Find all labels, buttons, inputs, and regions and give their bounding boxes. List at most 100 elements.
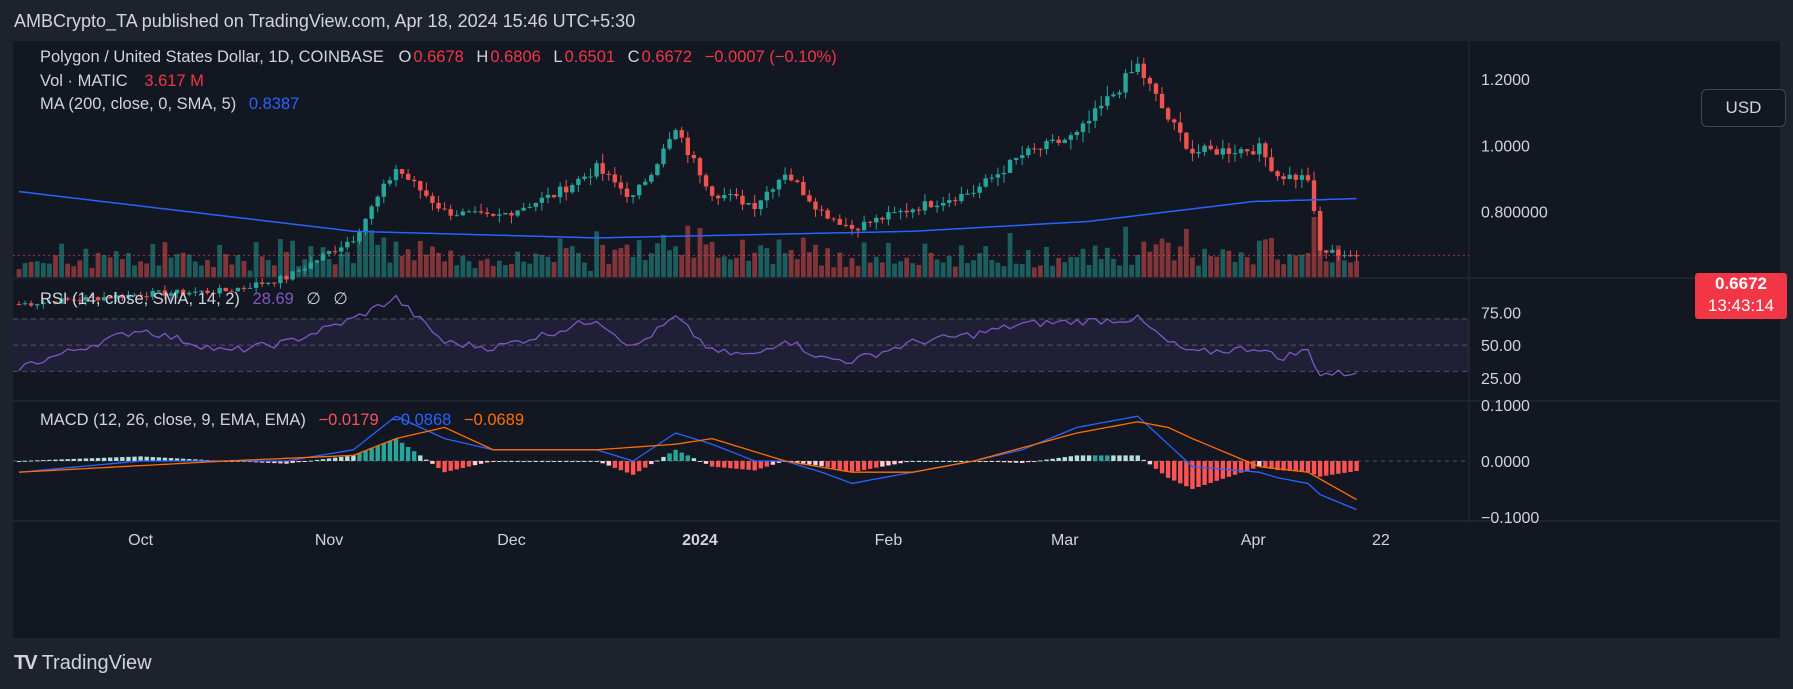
volume-bar [1013,263,1019,277]
candle-body [1129,72,1134,74]
candle-body [849,224,855,229]
macd-histogram-bar [953,461,958,462]
candle-body [971,192,976,194]
volume-bar [40,263,46,277]
volume-bar [545,256,551,277]
candle-body [1001,172,1007,175]
macd-histogram-bar [1324,461,1329,476]
volume-bar [369,230,375,277]
candle-body [861,221,867,231]
candle-body [855,228,861,231]
volume-bar [861,242,867,277]
volume-bar [557,238,563,277]
volume-bar [442,261,447,277]
macd-histogram-group [16,438,1359,489]
chart-area[interactable]: 1.2000 1.0000 0.800000 75.00 50.00 25.00 0.100… [13,41,1787,638]
macd-histogram-bar [1105,455,1110,461]
macd-label: MACD (12, 26, close, 9, EMA, EMA) [40,411,306,429]
volume-bar [150,244,156,277]
macd-histogram-bar [472,461,478,466]
macd-axis-tick: 0.0000 [1481,454,1530,471]
macd-histogram-bar [977,461,982,462]
macd-histogram-bar [1305,461,1311,473]
volume-bar [375,244,381,277]
macd-histogram-bar [527,461,532,462]
currency-button[interactable]: USD [1701,89,1786,127]
volume-bar [326,259,332,277]
volume-bar [971,260,976,277]
volume-bar [1171,260,1177,277]
macd-histogram-bar [320,459,326,461]
candle-body [1196,151,1201,154]
macd-histogram-bar [1068,456,1074,461]
price-axis-tick: 1.2000 [1481,72,1530,89]
macd-histogram-bar [600,461,605,464]
macd-histogram-bar [673,449,678,461]
volume-bar [630,257,636,277]
macd-histogram-bar [837,461,842,470]
candle-body [412,179,417,182]
volume-bar [83,248,89,277]
macd-histogram-bar [1336,461,1341,474]
volume-bar [1074,257,1080,277]
candle-body [1220,148,1226,155]
volume-bar [1287,254,1293,277]
macd-histogram-bar [1092,455,1098,461]
candle-body [1032,148,1037,150]
volume-bar [253,242,259,277]
volume-bar [308,246,314,277]
volume-bar [1263,239,1268,277]
candle-body [460,211,466,216]
macd-histogram-bar [947,461,952,462]
volume-bar [910,263,916,277]
macd-histogram-bar [308,460,314,462]
macd-histogram-bar [661,456,666,461]
candle-body [1086,120,1092,124]
macd-histogram-bar [1293,461,1298,472]
volume-bar [496,260,502,277]
candle-body [1269,157,1274,172]
macd-histogram-bar [1117,455,1122,461]
volume-bar [393,241,399,277]
volume-group [16,217,1359,277]
candle-body [874,217,879,223]
macd-histogram-bar [1013,461,1019,463]
candle-body [576,178,581,185]
high-value: 0.6806 [490,48,541,66]
macd-histogram-bar [1141,459,1146,461]
volume-bar [259,256,265,277]
candle-body [752,202,757,210]
volume-bar [472,268,478,277]
macd-histogram-bar [1184,461,1189,487]
macd-histogram-bar [53,459,58,461]
macd-histogram-bar [1074,455,1080,461]
candle-body [399,169,405,174]
volume-bar [734,257,739,277]
volume-bar [174,254,180,277]
candle-body [436,202,441,209]
macd-axis-tick: 0.1000 [1481,398,1530,415]
macd-histogram-bar [728,461,733,469]
candle-body [600,163,605,174]
candle-body [947,200,952,203]
macd-histogram-bar [880,461,885,467]
macd-histogram-bar [314,459,320,461]
candle-body [697,158,703,176]
candle-body [843,224,849,226]
volume-bar [521,261,527,277]
macd-axis-tick: −0.1000 [1481,510,1539,527]
tradingview-brand[interactable]: TV TradingView [14,652,152,675]
volume-bar [338,254,344,277]
volume-bar [1348,262,1353,277]
macd-histogram-bar [959,461,964,462]
macd-histogram-bar [934,461,940,462]
macd-histogram-bar [1159,461,1165,474]
macd-histogram-bar [655,460,660,462]
volume-bar [588,270,593,277]
volume-bar [898,261,903,277]
macd-histogram-bar [1032,461,1037,462]
volume-bar [34,261,40,277]
candle-body [539,197,545,203]
volume-bar [47,263,52,277]
chart-canvas[interactable]: 1.2000 1.0000 0.800000 75.00 50.00 25.00 0.100… [13,41,1780,638]
